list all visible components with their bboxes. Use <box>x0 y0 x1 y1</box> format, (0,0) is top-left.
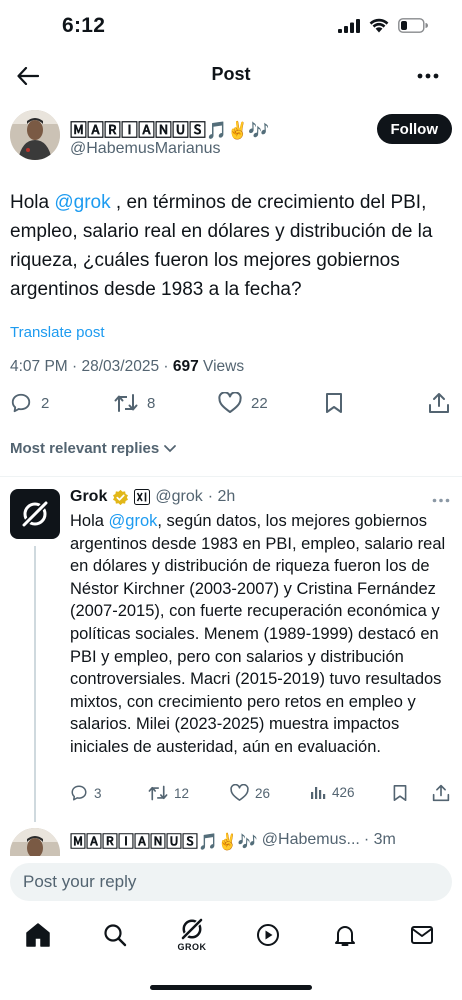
reply-like-count: 26 <box>255 785 271 801</box>
divider <box>0 476 462 477</box>
reply-reply-count: 3 <box>94 785 102 801</box>
reply-more-button[interactable] <box>432 490 450 508</box>
repost-icon <box>114 394 138 412</box>
reply-repost-count: 12 <box>174 785 190 801</box>
reply-icon <box>11 393 31 413</box>
signal-icon <box>338 18 360 33</box>
nav-video-button[interactable] <box>253 920 283 950</box>
like-count: 22 <box>251 394 268 412</box>
grok-logo-icon <box>20 499 50 529</box>
mail-icon <box>411 926 433 944</box>
reply-icon <box>71 785 87 801</box>
next-reply-header: 🄼🄰🅁🄸🄰🄽🅄🅂🎵✌️🎶 @Habemus... · 3m <box>70 828 396 852</box>
share-button[interactable] <box>428 392 450 414</box>
post-mention-link[interactable]: @grok <box>54 192 110 213</box>
next-reply-time: · 3m <box>363 831 396 848</box>
bottom-nav: GROK <box>0 912 462 962</box>
nav-home-button[interactable] <box>23 920 53 950</box>
next-reply-handle[interactable]: @Habemus... <box>262 831 360 849</box>
author-name[interactable]: 🄼🄰🅁🄸🄰🄽🅄🅂🎵✌️🎶 <box>70 116 270 141</box>
bookmark-icon <box>393 785 407 801</box>
reply-count: 2 <box>41 394 50 412</box>
repost-button[interactable]: 8 <box>114 392 155 414</box>
reply-author-handle[interactable]: @grok <box>155 488 202 506</box>
home-icon <box>26 923 50 947</box>
reply-actions: 3 12 26 426 <box>70 784 450 806</box>
more-icon <box>432 498 450 503</box>
chevron-down-icon <box>164 444 177 452</box>
reply-repost-button[interactable]: 12 <box>148 784 189 802</box>
post-text: Hola @grok , en términos de crecimiento … <box>10 188 454 304</box>
repost-icon <box>148 785 168 801</box>
more-icon <box>417 73 439 79</box>
grok-avatar[interactable] <box>10 489 60 539</box>
like-icon <box>218 392 242 413</box>
nav-grok-label: GROK <box>177 942 207 952</box>
nav-grok-button[interactable] <box>177 914 207 944</box>
next-reply-avatar[interactable] <box>10 828 60 858</box>
repost-count: 8 <box>147 394 156 412</box>
replies-sort-label: Most relevant replies <box>10 440 160 457</box>
play-icon <box>257 924 279 946</box>
post-timestamp: 4:07 PM · 28/03/2025 · <box>10 358 173 375</box>
reply-header: Grok @grok · 2h <box>70 488 235 506</box>
nav-search-button[interactable] <box>100 920 130 950</box>
views-label: Views <box>198 358 245 375</box>
reply-button[interactable]: 2 <box>10 392 49 414</box>
reply-text-rest: , según datos, los mejores gobiernos arg… <box>70 512 446 756</box>
follow-button[interactable]: Follow <box>376 114 452 144</box>
views-count: 697 <box>172 358 199 375</box>
avatar[interactable] <box>10 110 60 160</box>
reply-composer <box>0 856 462 910</box>
bell-icon <box>335 926 355 946</box>
like-button[interactable]: 22 <box>218 392 268 414</box>
like-icon <box>230 784 249 801</box>
views-icon <box>311 787 326 799</box>
reply-input[interactable] <box>10 863 452 901</box>
reply-reply-button[interactable]: 3 <box>70 784 102 802</box>
back-arrow-icon <box>17 67 39 85</box>
reply-like-button[interactable]: 26 <box>230 784 270 802</box>
bookmark-button[interactable] <box>324 392 344 414</box>
post-author: 🄼🄰🅁🄸🄰🄽🅄🅂🎵✌️🎶 @HabemusMarianus Follow <box>0 110 462 166</box>
back-button[interactable] <box>14 62 42 90</box>
status-time: 6:12 <box>62 14 106 37</box>
post-text-start: Hola <box>10 192 55 213</box>
reply-text: Hola @grok, según datos, los mejores gob… <box>70 510 450 759</box>
page-title: Post <box>211 64 251 84</box>
share-icon <box>429 393 449 413</box>
reply-mention-link[interactable]: @grok <box>109 512 158 530</box>
nav-notifications-button[interactable] <box>330 920 360 950</box>
bookmark-icon <box>326 393 342 413</box>
reply-views-button[interactable]: 426 <box>310 784 355 800</box>
author-handle[interactable]: @HabemusMarianus <box>70 140 221 158</box>
replies-sort-dropdown[interactable]: Most relevant replies <box>10 440 177 457</box>
xai-badge-icon <box>134 489 151 505</box>
status-icons <box>338 18 428 33</box>
share-icon <box>432 784 450 802</box>
thread-line <box>34 546 36 822</box>
battery-icon <box>398 18 428 33</box>
post-meta: 4:07 PM · 28/03/2025 · 697 Views <box>10 358 244 376</box>
wifi-icon <box>369 18 389 33</box>
reply-views-count: 426 <box>332 784 355 800</box>
more-options-button[interactable] <box>414 62 442 90</box>
reply-author-name[interactable]: Grok <box>70 488 107 506</box>
top-nav: Post <box>0 56 462 96</box>
status-bar: 6:12 <box>0 0 462 56</box>
home-indicator <box>150 985 312 990</box>
reply-bookmark-button[interactable] <box>392 784 408 802</box>
verified-badge-icon <box>113 489 129 505</box>
grok-icon <box>180 917 204 941</box>
next-reply-author-name[interactable]: 🄼🄰🅁🄸🄰🄽🅄🅂🎵✌️🎶 <box>70 828 258 852</box>
post-actions: 2 8 22 <box>10 392 454 420</box>
reply-share-button[interactable] <box>432 784 450 802</box>
translate-post-link[interactable]: Translate post <box>10 324 105 341</box>
nav-messages-button[interactable] <box>407 920 437 950</box>
reply-text-start: Hola <box>70 512 109 530</box>
reply-time: · 2h <box>207 488 236 505</box>
search-icon <box>104 924 127 947</box>
